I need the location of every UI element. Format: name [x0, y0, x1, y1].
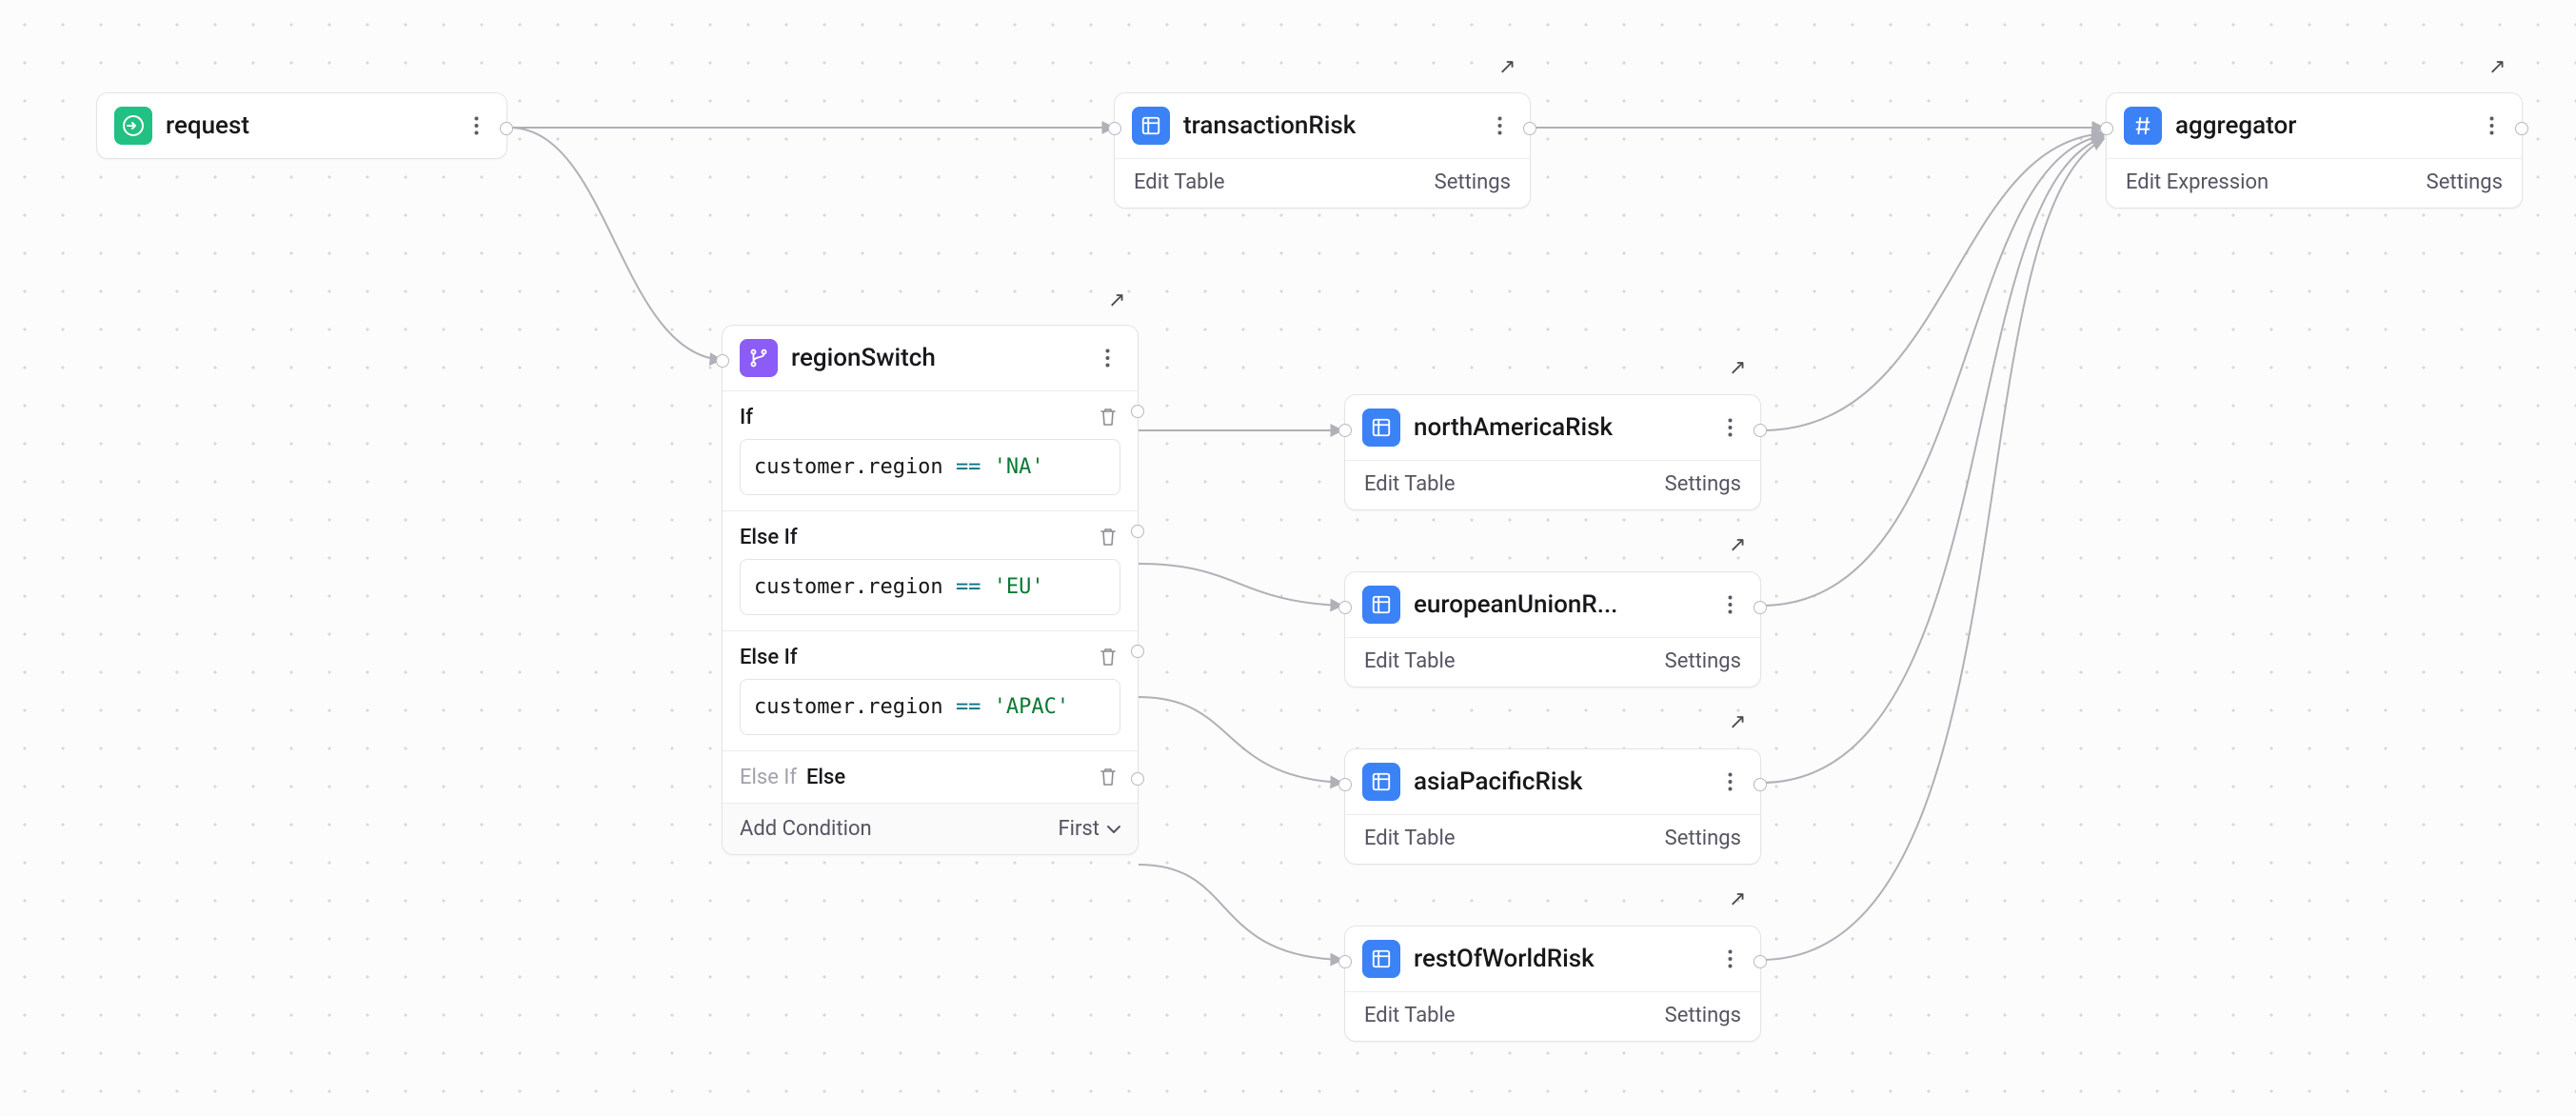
node-title: regionSwitch [791, 344, 1080, 372]
port-out[interactable] [2515, 122, 2528, 135]
goto-icon: ↗ [1498, 55, 1516, 79]
table-icon [1362, 763, 1400, 801]
goto-icon: ↗ [1729, 533, 1746, 557]
condition-block-if: If customer.region == 'NA' [723, 390, 1138, 510]
node-title: transactionRisk [1183, 111, 1473, 140]
table-icon [1132, 107, 1170, 145]
port-out-else[interactable] [1131, 772, 1144, 786]
edit-table-link[interactable]: Edit Table [1364, 649, 1456, 673]
condition-expression[interactable]: customer.region == 'NA' [740, 439, 1120, 495]
node-menu-button[interactable] [1716, 768, 1743, 795]
settings-link[interactable]: Settings [1665, 827, 1741, 850]
hit-policy-select[interactable]: First [1058, 817, 1120, 841]
input-icon [114, 107, 152, 145]
goto-icon: ↗ [1729, 887, 1746, 911]
port-out[interactable] [1523, 122, 1536, 135]
port-out[interactable] [1754, 778, 1767, 791]
port-in[interactable] [1338, 424, 1352, 437]
condition-block-elseif: Else If customer.region == 'APAC' [723, 630, 1138, 750]
settings-link[interactable]: Settings [1665, 649, 1741, 673]
port-in[interactable] [1338, 778, 1352, 791]
node-menu-button[interactable] [1094, 345, 1120, 371]
node-europeanUnionRisk[interactable]: europeanUnionR... Edit Table Settings [1344, 571, 1761, 688]
node-request[interactable]: request [96, 92, 507, 159]
chevron-down-icon [1107, 825, 1120, 834]
add-condition-button[interactable]: Add Condition [740, 817, 872, 841]
edit-table-link[interactable]: Edit Table [1364, 827, 1456, 850]
goto-icon: ↗ [1729, 710, 1746, 734]
condition-expression[interactable]: customer.region == 'APAC' [740, 679, 1120, 735]
node-aggregator[interactable]: aggregator Edit Expression Settings [2106, 92, 2523, 209]
delete-condition-button[interactable] [1096, 405, 1120, 429]
port-in[interactable] [716, 354, 729, 368]
goto-icon: ↗ [1108, 289, 1125, 312]
port-in[interactable] [1338, 601, 1352, 614]
node-menu-button[interactable] [1716, 946, 1743, 972]
port-out-condition[interactable] [1131, 405, 1144, 418]
goto-icon: ↗ [2488, 55, 2506, 79]
port-out[interactable] [1754, 601, 1767, 614]
node-transactionRisk[interactable]: transactionRisk Edit Table Settings [1114, 92, 1531, 209]
node-regionSwitch[interactable]: regionSwitch If customer.region == 'NA' … [722, 325, 1139, 855]
table-icon [1362, 409, 1400, 447]
port-out[interactable] [500, 122, 513, 135]
node-northAmericaRisk[interactable]: northAmericaRisk Edit Table Settings [1344, 394, 1761, 510]
condition-label: Else If [740, 646, 798, 669]
else-label: Else [806, 766, 1096, 789]
node-menu-button[interactable] [463, 112, 489, 139]
node-menu-button[interactable] [1716, 591, 1743, 618]
edit-table-link[interactable]: Edit Table [1364, 1004, 1456, 1027]
edit-table-link[interactable]: Edit Table [1364, 472, 1456, 496]
else-prefix: Else If [740, 766, 797, 789]
node-menu-button[interactable] [1716, 414, 1743, 441]
node-menu-button[interactable] [1486, 112, 1513, 139]
node-title: aggregator [2175, 111, 2465, 140]
condition-block-else: Else If Else [723, 750, 1138, 803]
condition-expression[interactable]: customer.region == 'EU' [740, 559, 1120, 615]
delete-condition-button[interactable] [1096, 525, 1120, 549]
settings-link[interactable]: Settings [1665, 472, 1741, 496]
node-menu-button[interactable] [2478, 112, 2505, 139]
port-out-condition[interactable] [1131, 645, 1144, 658]
settings-link[interactable]: Settings [1665, 1004, 1741, 1027]
goto-icon: ↗ [1729, 356, 1746, 380]
node-title: northAmericaRisk [1414, 413, 1703, 442]
node-title: asiaPacificRisk [1414, 767, 1703, 796]
delete-condition-button[interactable] [1096, 645, 1120, 669]
hit-policy-label: First [1058, 817, 1100, 841]
settings-link[interactable]: Settings [2427, 170, 2503, 194]
node-title: request [166, 111, 449, 140]
port-out-condition[interactable] [1131, 525, 1144, 538]
port-in[interactable] [2100, 122, 2113, 135]
port-out[interactable] [1754, 955, 1767, 968]
node-restOfWorldRisk[interactable]: restOfWorldRisk Edit Table Settings [1344, 926, 1761, 1042]
node-title: restOfWorldRisk [1414, 945, 1703, 973]
edit-table-link[interactable]: Edit Table [1134, 170, 1225, 194]
condition-label: If [740, 406, 753, 429]
table-icon [1362, 586, 1400, 624]
hash-icon [2124, 107, 2162, 145]
node-asiaPacificRisk[interactable]: asiaPacificRisk Edit Table Settings [1344, 748, 1761, 865]
edit-expression-link[interactable]: Edit Expression [2126, 170, 2269, 194]
node-title: europeanUnionR... [1414, 590, 1703, 619]
condition-label: Else If [740, 526, 798, 549]
settings-link[interactable]: Settings [1435, 170, 1511, 194]
delete-condition-button[interactable] [1096, 765, 1120, 789]
port-out[interactable] [1754, 424, 1767, 437]
condition-block-elseif: Else If customer.region == 'EU' [723, 510, 1138, 630]
branch-icon [740, 339, 778, 377]
table-icon [1362, 940, 1400, 978]
port-in[interactable] [1108, 122, 1121, 135]
port-in[interactable] [1338, 955, 1352, 968]
